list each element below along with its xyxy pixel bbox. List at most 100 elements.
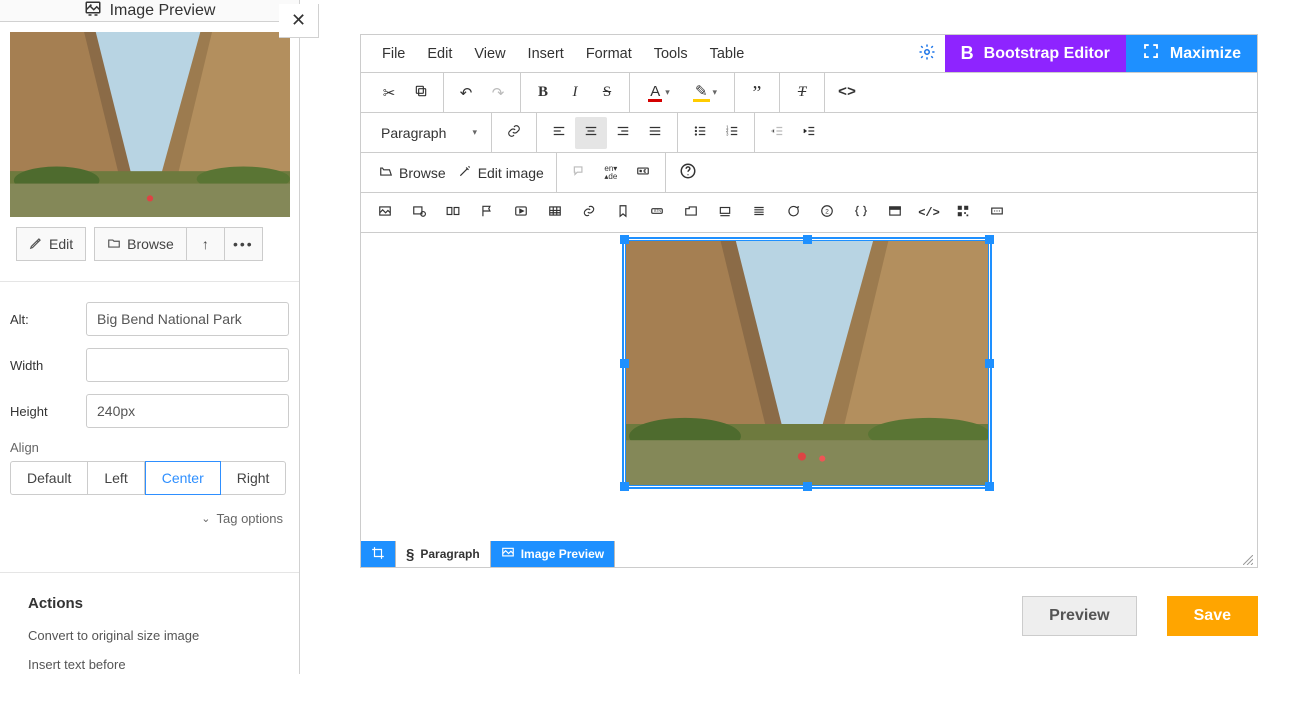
menu-tools[interactable]: Tools [643,46,699,62]
help-button[interactable] [672,157,704,189]
insert-image-link-button[interactable] [405,197,433,229]
resize-handle-sw[interactable] [620,482,629,491]
edit-button[interactable]: Edit [16,227,86,261]
resize-handle-nw[interactable] [620,235,629,244]
insert-comment-button[interactable] [779,197,807,229]
insert-bookmark-button[interactable] [609,197,637,229]
code-icon: <> [838,84,856,101]
action-insert-before[interactable]: Insert text before [28,657,275,672]
align-right-button[interactable] [607,117,639,149]
insert-flag-button[interactable] [473,197,501,229]
insert-gallery-button[interactable] [439,197,467,229]
menu-file[interactable]: File [371,46,416,62]
link-button[interactable] [498,117,530,149]
align-center-button[interactable] [575,117,607,149]
align-default[interactable]: Default [10,461,88,495]
gallery-icon [446,204,460,222]
insert-slideshow-button[interactable] [711,197,739,229]
resize-handle-s[interactable] [803,482,812,491]
cut-button[interactable]: ✂ [373,77,405,109]
insert-button-button[interactable]: BTN [643,197,671,229]
editor-canvas[interactable]: § Paragraph Image Preview [361,233,1257,567]
italic-button[interactable]: I [559,77,591,109]
tabs-icon [684,204,698,222]
align-right[interactable]: Right [221,461,287,495]
lang-button[interactable]: en▾▴de [595,157,627,189]
arrow-up-icon: ↑ [202,236,209,252]
clear-format-button[interactable]: T [786,77,818,109]
settings-button[interactable] [909,35,945,72]
insert-tabs-button[interactable] [677,197,705,229]
insert-html-button[interactable]: </> [915,197,943,229]
italic-icon: I [573,84,578,101]
comment-icon [786,204,800,222]
insert-snippet-button[interactable] [847,197,875,229]
browse-button[interactable]: Browse [94,227,187,261]
selected-image[interactable] [626,241,988,485]
toolbar-paragraph: Paragraph ▾ 123 [361,113,1257,153]
browse-toolbar-button[interactable]: Browse [373,157,452,189]
align-justify-button[interactable] [639,117,671,149]
insert-more-button[interactable] [983,197,1011,229]
preview-button[interactable]: Preview [1022,596,1136,636]
upload-button[interactable]: ↑ [187,227,225,261]
insert-container-button[interactable] [881,197,909,229]
menu-format[interactable]: Format [575,46,643,62]
resize-handle-n[interactable] [803,235,812,244]
undo-button[interactable]: ↶ [450,77,482,109]
table-icon [548,204,562,222]
more-button[interactable]: ••• [225,227,263,261]
insert-qr-button[interactable] [949,197,977,229]
insert-image-button[interactable] [371,197,399,229]
strike-button[interactable]: S [591,77,623,109]
text-color-button[interactable]: A▾ [636,77,682,109]
highlight-button[interactable]: ✎▾ [682,77,728,109]
image-thumbnail-wrap [0,22,299,227]
save-button[interactable]: Save [1167,596,1258,636]
resize-handle-ne[interactable] [985,235,994,244]
maximize-button[interactable]: Maximize [1126,35,1257,72]
height-input[interactable] [86,394,289,428]
copy-button[interactable] [405,77,437,109]
close-panel-button[interactable]: ✕ [279,4,319,38]
path-image-preview[interactable]: Image Preview [491,541,615,567]
image-icon [378,204,392,222]
align-left-button[interactable] [543,117,575,149]
align-left[interactable]: Left [88,461,144,495]
path-paragraph[interactable]: § Paragraph [396,541,491,567]
tag-options-toggle[interactable]: ⌄ Tag options [10,511,289,526]
outdent-button[interactable] [761,117,793,149]
resize-corner-icon[interactable] [1243,555,1253,565]
edit-image-toolbar-button[interactable]: Edit image [452,157,550,189]
menu-table[interactable]: Table [699,46,756,62]
speech-button[interactable] [563,157,595,189]
align-center[interactable]: Center [145,461,221,495]
insert-video-button[interactable] [507,197,535,229]
number-list-icon: 123 [725,124,739,142]
alt-input[interactable] [86,302,289,336]
resize-handle-w[interactable] [620,359,629,368]
blockquote-button[interactable]: ” [741,77,773,109]
abbr-button[interactable] [627,157,659,189]
bullet-list-button[interactable] [684,117,716,149]
paragraph-select[interactable]: Paragraph ▾ [373,117,485,149]
number-list-button[interactable]: 123 [716,117,748,149]
insert-list-button[interactable] [745,197,773,229]
bold-button[interactable]: B [527,77,559,109]
browse-toolbar-label: Browse [399,165,446,181]
insert-link-button[interactable] [575,197,603,229]
width-input[interactable] [86,348,289,382]
menu-edit[interactable]: Edit [416,46,463,62]
action-convert-original[interactable]: Convert to original size image [28,628,275,643]
menu-insert[interactable]: Insert [517,46,575,62]
redo-button[interactable]: ↷ [482,77,514,109]
path-body[interactable] [361,541,396,567]
bootstrap-editor-button[interactable]: B Bootstrap Editor [945,35,1126,72]
resize-handle-se[interactable] [985,482,994,491]
indent-button[interactable] [793,117,825,149]
menu-view[interactable]: View [463,46,516,62]
resize-handle-e[interactable] [985,359,994,368]
insert-table-button[interactable] [541,197,569,229]
source-code-button[interactable]: <> [831,77,863,109]
insert-numbered-button[interactable]: 2 [813,197,841,229]
